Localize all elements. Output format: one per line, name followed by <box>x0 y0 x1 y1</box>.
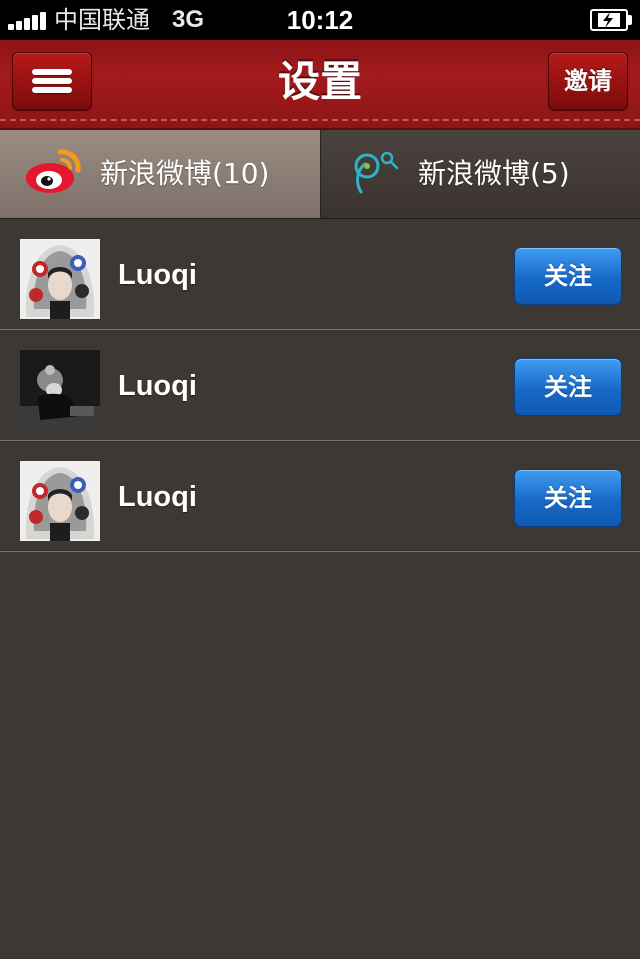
follow-button[interactable]: 关注 <box>514 247 622 305</box>
account-tabs: 新浪微博(10) 新浪微博(5) <box>0 130 640 219</box>
tencent-weibo-icon <box>354 151 399 194</box>
battery-charging-icon <box>590 9 632 31</box>
username[interactable]: Luoqi <box>118 477 197 517</box>
nav-stitch-divider <box>0 119 640 121</box>
nav-bar: 设置 邀请 <box>0 40 640 130</box>
list-item: Luoqi 关注 <box>0 330 640 441</box>
avatar[interactable] <box>20 239 100 319</box>
user-list: Luoqi 关注 Luoqi 关注 Luoqi 关注 <box>0 219 640 552</box>
tab-sina-weibo[interactable]: 新浪微博(10) <box>0 130 320 218</box>
invite-button[interactable]: 邀请 <box>548 52 628 110</box>
avatar[interactable] <box>20 461 100 541</box>
list-item: Luoqi 关注 <box>0 219 640 330</box>
tab-label: 新浪微博(5) <box>418 157 570 190</box>
status-bar: 中国联通 3G 10:12 <box>0 0 640 40</box>
avatar[interactable] <box>20 350 100 430</box>
username[interactable]: Luoqi <box>118 366 197 406</box>
list-item: Luoqi 关注 <box>0 441 640 552</box>
page-title: 设置 <box>277 57 362 106</box>
follow-button[interactable]: 关注 <box>514 358 622 416</box>
username[interactable]: Luoqi <box>118 255 197 295</box>
tab-tencent-weibo[interactable]: 新浪微博(5) <box>320 130 640 218</box>
sina-weibo-icon <box>26 149 81 193</box>
follow-button[interactable]: 关注 <box>514 469 622 527</box>
status-time: 10:12 <box>286 5 354 35</box>
tab-label: 新浪微博(10) <box>100 157 270 190</box>
